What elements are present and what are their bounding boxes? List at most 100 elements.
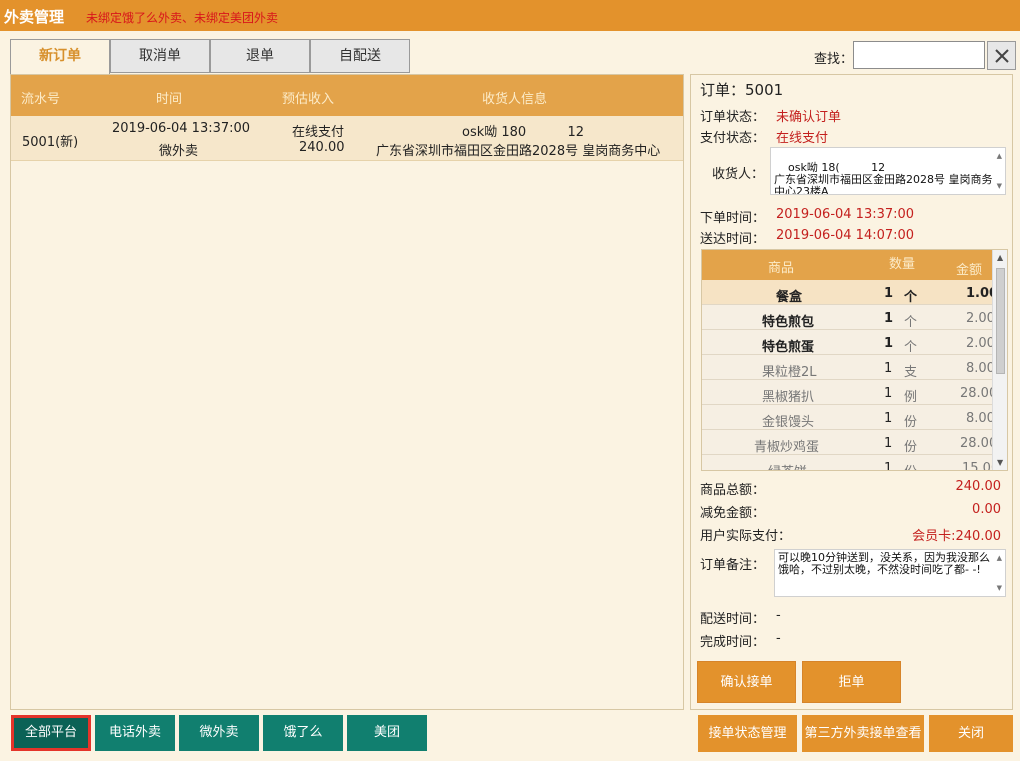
scrollbar-thumb[interactable] [996, 268, 1005, 374]
item-unit: 份 [904, 415, 918, 430]
item-amount: 2.00 [966, 336, 995, 351]
col-time: 时间 [156, 92, 183, 107]
item-name: 黑椒猪扒 [762, 390, 815, 405]
note-textbox[interactable]: 可以晚10分钟送到，没关系，因为我没那么饿哈，不过别太晚，不然没时间吃了都- -… [774, 549, 1006, 597]
tab-new-orders[interactable]: 新订单 [10, 39, 110, 74]
title-bar: 外卖管理 未绑定饿了么外卖、未绑定美团外卖 [0, 0, 1020, 31]
platform-meituan-button[interactable]: 美团 [347, 715, 427, 751]
item-qty: 1 [884, 461, 893, 471]
order-time-value: 2019-06-04 13:37:00 [776, 207, 915, 222]
pay-status-label: 支付状态： [700, 131, 766, 146]
reject-order-button[interactable]: 拒单 [802, 661, 901, 703]
item-row[interactable]: 特色煎蛋 1 个 2.00 [702, 330, 995, 355]
item-unit: 个 [904, 290, 918, 305]
window-title: 外卖管理 [4, 8, 65, 26]
dispatch-time-label: 配送时间： [700, 612, 766, 627]
order-status-management-button[interactable]: 接单状态管理 [698, 715, 797, 752]
item-row[interactable]: 特色煎包 1 个 2.00 [702, 305, 995, 330]
col-income: 预估收入 [282, 92, 335, 107]
item-name: 绿茶饼 [768, 461, 807, 470]
item-row[interactable]: 青椒炒鸡蛋 1 份 28.00 [702, 430, 997, 455]
item-qty: 1 [884, 411, 893, 426]
scroll-up-icon[interactable]: ▲ [997, 253, 1003, 262]
pay-status-value: 在线支付 [776, 131, 829, 146]
receiver-text: osk呦 18( 12 广东省深圳市福田区金田路2028号 皇岗商务中心23楼A [774, 161, 993, 195]
items-table: 商品 数量 金额 餐盒 1 个 1.00 特色煎包 1 个 2.00 特色煎蛋 … [701, 249, 1008, 471]
binding-warning: 未绑定饿了么外卖、未绑定美团外卖 [86, 11, 279, 25]
item-qty: 1 [884, 361, 893, 376]
order-list-panel: 流水号 时间 预估收入 收货人信息 5001(新) 2019-06-04 13:… [10, 74, 684, 710]
tab-refund-orders[interactable]: 退单 [210, 39, 310, 73]
tab-cancelled-orders[interactable]: 取消单 [110, 39, 210, 73]
platform-eleme-button[interactable]: 饿了么 [263, 715, 343, 751]
delivery-time-value: 2019-06-04 14:07:00 [776, 228, 915, 243]
item-row[interactable]: 黑椒猪扒 1 例 28.00 [702, 380, 997, 405]
scroll-up-icon: ▲ [996, 152, 1002, 160]
tab-self-delivery[interactable]: 自配送 [310, 39, 410, 73]
order-source: 微外卖 [159, 144, 199, 159]
order-receiver: osk呦 180 12 [462, 125, 585, 140]
item-name: 特色煎包 [762, 315, 815, 330]
scroll-down-icon: ▼ [996, 182, 1002, 190]
item-name: 青椒炒鸡蛋 [754, 440, 820, 455]
complete-time-label: 完成时间： [700, 635, 766, 650]
third-party-orders-button[interactable]: 第三方外卖接单查看 [802, 715, 924, 752]
item-amount: 2.00 [966, 311, 995, 326]
item-row[interactable]: 果粒橙2L 1 支 8.00 [702, 355, 995, 380]
item-unit: 份 [904, 461, 917, 470]
items-header: 商品 数量 金额 [702, 250, 992, 280]
item-qty: 1 [884, 436, 893, 451]
confirm-order-button[interactable]: 确认接单 [697, 661, 796, 703]
col-serial: 流水号 [21, 92, 61, 107]
order-income: 240.00 [299, 140, 345, 155]
item-name: 果粒橙2L [762, 365, 817, 380]
clear-search-button[interactable] [987, 41, 1016, 70]
close-icon [995, 49, 1009, 63]
order-list-header: 流水号 时间 预估收入 收货人信息 [11, 75, 683, 116]
item-qty: 1 [884, 336, 894, 351]
receiver-textbox[interactable]: osk呦 18( 12 广东省深圳市福田区金田路2028号 皇岗商务中心23楼A… [770, 147, 1006, 195]
platform-phone-button[interactable]: 电话外卖 [95, 715, 175, 751]
scroll-up-icon: ▲ [996, 554, 1002, 562]
item-amount: 8.00 [966, 411, 995, 426]
item-row[interactable]: 绿茶饼 1 份 15.00 [702, 455, 999, 471]
order-title: 订单：5001 [700, 81, 784, 99]
item-row[interactable]: 餐盒 1 个 1.00 [702, 280, 998, 305]
item-unit: 份 [904, 440, 918, 455]
items-scrollbar[interactable]: ▲ ▼ [992, 250, 1007, 470]
dispatch-time-value: - [776, 608, 781, 623]
discount-value: 0.00 [972, 502, 1001, 517]
items-col-qty: 数量 [889, 257, 916, 272]
search-input[interactable] [853, 41, 985, 69]
total-label: 商品总额： [700, 483, 766, 498]
order-status-label: 订单状态： [700, 110, 766, 125]
order-address: 广东省深圳市福田区金田路2028号 皇岗商务中心 [376, 144, 661, 159]
item-unit: 个 [904, 340, 918, 355]
note-text: 可以晚10分钟送到，没关系，因为我没那么饿哈，不过别太晚，不然没时间吃了都- -… [778, 551, 990, 576]
item-name: 餐盒 [776, 290, 803, 305]
item-name: 特色煎蛋 [762, 340, 815, 355]
item-unit: 个 [904, 315, 918, 330]
item-qty: 1 [884, 311, 894, 326]
receiver-label: 收货人： [712, 167, 765, 182]
items-col-amount: 金额 [956, 263, 983, 278]
order-row[interactable]: 5001(新) 2019-06-04 13:37:00 微外卖 在线支付 240… [11, 116, 683, 161]
item-amount: 8.00 [966, 361, 995, 376]
close-button[interactable]: 关闭 [929, 715, 1013, 752]
order-payment: 在线支付 [292, 125, 345, 140]
total-value: 240.00 [955, 479, 1002, 494]
note-label: 订单备注： [700, 558, 766, 573]
item-row[interactable]: 金银馒头 1 份 8.00 [702, 405, 995, 430]
item-qty: 1 [884, 386, 893, 401]
paid-value: 会员卡:240.00 [912, 529, 1001, 544]
scroll-down-icon[interactable]: ▼ [997, 458, 1003, 467]
platform-wechat-button[interactable]: 微外卖 [179, 715, 259, 751]
paid-label: 用户实际支付： [700, 529, 792, 544]
items-col-name: 商品 [768, 261, 795, 276]
item-unit: 支 [904, 365, 918, 380]
order-time: 2019-06-04 13:37:00 [112, 121, 251, 136]
delivery-time-label: 送达时间： [700, 232, 766, 247]
platform-all-button[interactable]: 全部平台 [11, 715, 91, 751]
order-time-label: 下单时间： [700, 211, 766, 226]
discount-label: 减免金额： [700, 506, 766, 521]
